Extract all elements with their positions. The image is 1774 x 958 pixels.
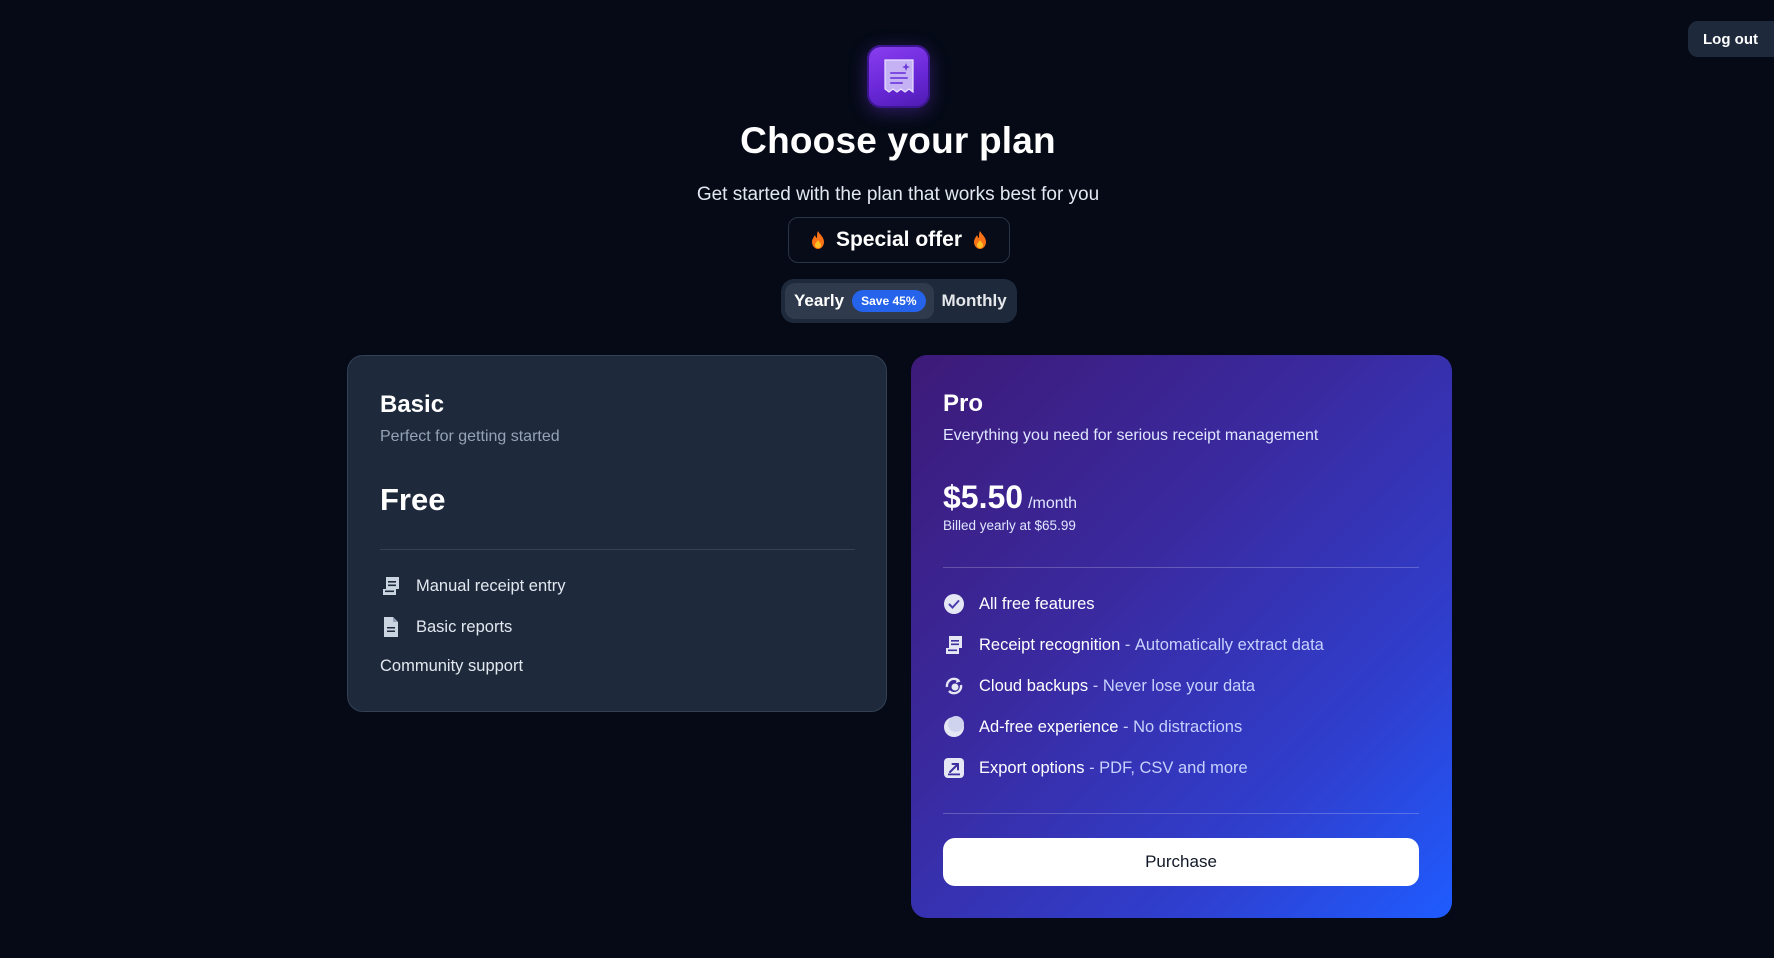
feature-description: No distractions — [1133, 717, 1243, 736]
basic-plan-card: Basic Perfect for getting started Free M… — [347, 355, 887, 712]
app-logo — [867, 45, 930, 108]
receipt-icon — [380, 575, 402, 597]
list-item: Basic reports — [380, 616, 512, 638]
feature-label: Basic reports — [416, 617, 513, 636]
save-badge: Save 45% — [852, 290, 926, 312]
feature-name: Receipt recognition — [979, 635, 1121, 654]
plan-price: Free — [380, 482, 446, 517]
feature-separator: - — [1084, 758, 1100, 777]
receipt-logo-icon — [883, 58, 914, 93]
flame-icon — [811, 231, 824, 249]
plan-name: Pro — [943, 390, 984, 417]
price-row: $5.50 /month — [943, 479, 1077, 516]
page-subtitle: Get started with the plan that works bes… — [696, 184, 1100, 205]
divider — [943, 567, 1419, 568]
list-item: Ad-free experience - No distractions — [943, 716, 1242, 738]
page-title: Choose your plan — [740, 120, 1056, 161]
feature-separator: - — [1118, 717, 1134, 736]
feature-label: Community support — [380, 657, 524, 675]
list-item: Receipt recognition - Automatically extr… — [943, 634, 1324, 656]
feature-description: Automatically extract data — [1134, 635, 1324, 654]
yearly-option[interactable]: Yearly Save 45% — [785, 283, 934, 319]
list-item: Cloud backups - Never lose your data — [943, 675, 1255, 697]
cloud-sync-icon — [943, 675, 965, 697]
divider — [380, 549, 855, 550]
check-circle-icon — [943, 593, 965, 615]
purchase-button[interactable]: Purchase — [943, 838, 1419, 886]
feature-label: Manual receipt entry — [416, 576, 566, 595]
export-icon — [943, 757, 965, 779]
billing-note: Billed yearly at $65.99 — [943, 518, 1076, 533]
pro-plan-card: Pro Everything you need for serious rece… — [911, 355, 1452, 918]
feature-name: Ad-free experience — [979, 717, 1119, 736]
moon-icon — [943, 716, 965, 738]
plan-name: Basic — [380, 391, 445, 418]
feature-name: Cloud backups — [979, 676, 1089, 695]
logout-button[interactable]: Log out — [1688, 21, 1774, 57]
special-offer-label: Special offer — [835, 228, 963, 251]
plan-description: Everything you need for serious receipt … — [943, 427, 1319, 444]
feature-description: PDF, CSV and more — [1099, 758, 1248, 777]
feature-name: Export options — [979, 758, 1085, 777]
list-item: Community support — [380, 657, 523, 676]
receipt-icon — [943, 634, 965, 656]
document-icon — [380, 616, 402, 638]
feature-separator: - — [1088, 676, 1103, 695]
feature-separator: - — [1120, 635, 1135, 654]
plan-price: $5.50 — [943, 479, 1024, 515]
divider — [943, 813, 1419, 814]
price-period: /month — [1028, 495, 1077, 512]
billing-toggle: Yearly Save 45% Monthly — [781, 279, 1017, 323]
feature-name: All free features — [979, 594, 1095, 613]
list-item: All free features — [943, 593, 1095, 615]
list-item: Export options - PDF, CSV and more — [943, 757, 1248, 779]
plan-description: Perfect for getting started — [380, 428, 560, 445]
flame-icon — [974, 231, 987, 249]
list-item: Manual receipt entry — [380, 575, 566, 597]
special-offer-badge: Special offer — [788, 217, 1010, 263]
feature-description: Never lose your data — [1102, 676, 1256, 695]
monthly-option[interactable]: Monthly — [934, 291, 1007, 311]
yearly-label: Yearly — [794, 291, 845, 310]
